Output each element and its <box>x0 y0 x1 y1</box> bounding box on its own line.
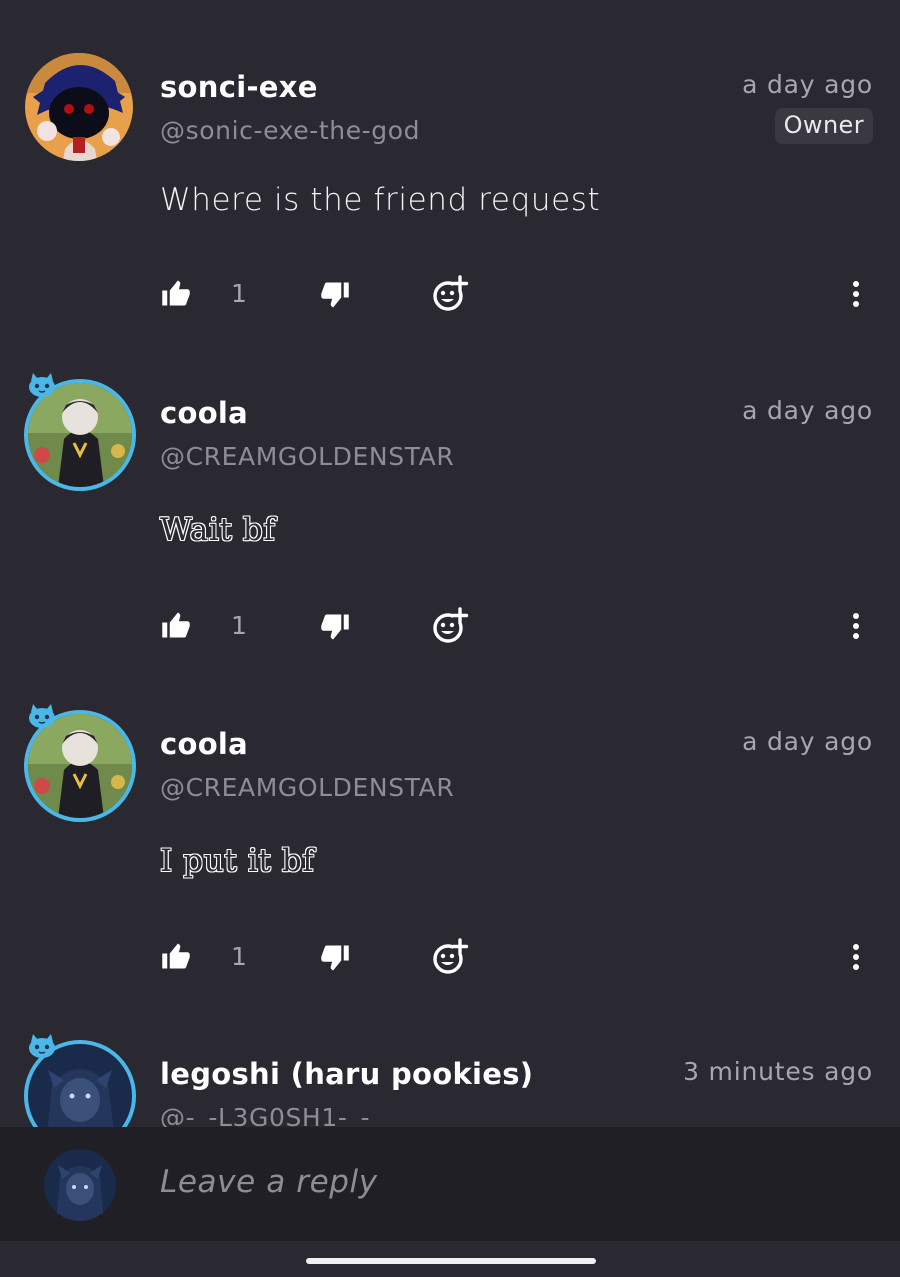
thumbs-down-icon[interactable] <box>320 280 350 310</box>
more-vertical-icon[interactable] <box>844 610 868 642</box>
timestamp: a day ago <box>742 70 873 99</box>
cat-badge-icon <box>27 1033 57 1059</box>
cat-badge-icon <box>27 703 57 729</box>
add-reaction-icon[interactable] <box>430 937 470 977</box>
thumbs-down-icon[interactable] <box>320 612 350 642</box>
thumbs-up-icon[interactable] <box>161 941 191 971</box>
system-nav-area <box>0 1241 900 1277</box>
owner-badge: Owner <box>774 108 873 144</box>
author-handle[interactable]: @-_-L3G0SH1-_- <box>160 1103 370 1127</box>
thumbs-up-icon[interactable] <box>161 610 191 640</box>
home-indicator[interactable] <box>306 1258 596 1264</box>
thumbs-up-icon[interactable] <box>161 278 191 308</box>
author-handle[interactable]: @CREAMGOLDENSTAR <box>160 442 454 471</box>
comment-actions: 1 <box>0 937 900 977</box>
author-name[interactable]: coola <box>160 727 248 761</box>
comment-text: Wait bf <box>160 512 276 548</box>
reply-input[interactable]: Leave a reply <box>160 1164 378 1200</box>
like-count: 1 <box>231 942 247 971</box>
comment-text: I put it bf <box>160 843 315 879</box>
comment-thread: sonci-exe @sonic-exe-the-god a day ago O… <box>0 0 900 1127</box>
avatar[interactable] <box>25 53 133 161</box>
more-vertical-icon[interactable] <box>844 278 868 310</box>
thumbs-down-icon[interactable] <box>320 943 350 973</box>
add-reaction-icon[interactable] <box>430 606 470 646</box>
timestamp: 3 minutes ago <box>683 1057 873 1086</box>
author-name[interactable]: sonci-exe <box>160 70 318 104</box>
comment-actions: 1 <box>0 274 900 314</box>
current-user-avatar <box>44 1149 116 1221</box>
author-handle[interactable]: @CREAMGOLDENSTAR <box>160 773 454 802</box>
timestamp: a day ago <box>742 396 873 425</box>
reply-bar: Leave a reply <box>0 1127 900 1241</box>
timestamp: a day ago <box>742 727 873 756</box>
comment-actions: 1 <box>0 606 900 646</box>
more-vertical-icon[interactable] <box>844 941 868 973</box>
add-reaction-icon[interactable] <box>430 274 470 314</box>
like-count: 1 <box>231 611 247 640</box>
author-handle[interactable]: @sonic-exe-the-god <box>160 116 420 145</box>
cat-badge-icon <box>27 372 57 398</box>
comment-text: Where is the friend request <box>160 182 601 218</box>
author-name[interactable]: coola <box>160 396 248 430</box>
author-name[interactable]: legoshi (haru pookies) <box>160 1057 533 1091</box>
like-count: 1 <box>231 279 247 308</box>
